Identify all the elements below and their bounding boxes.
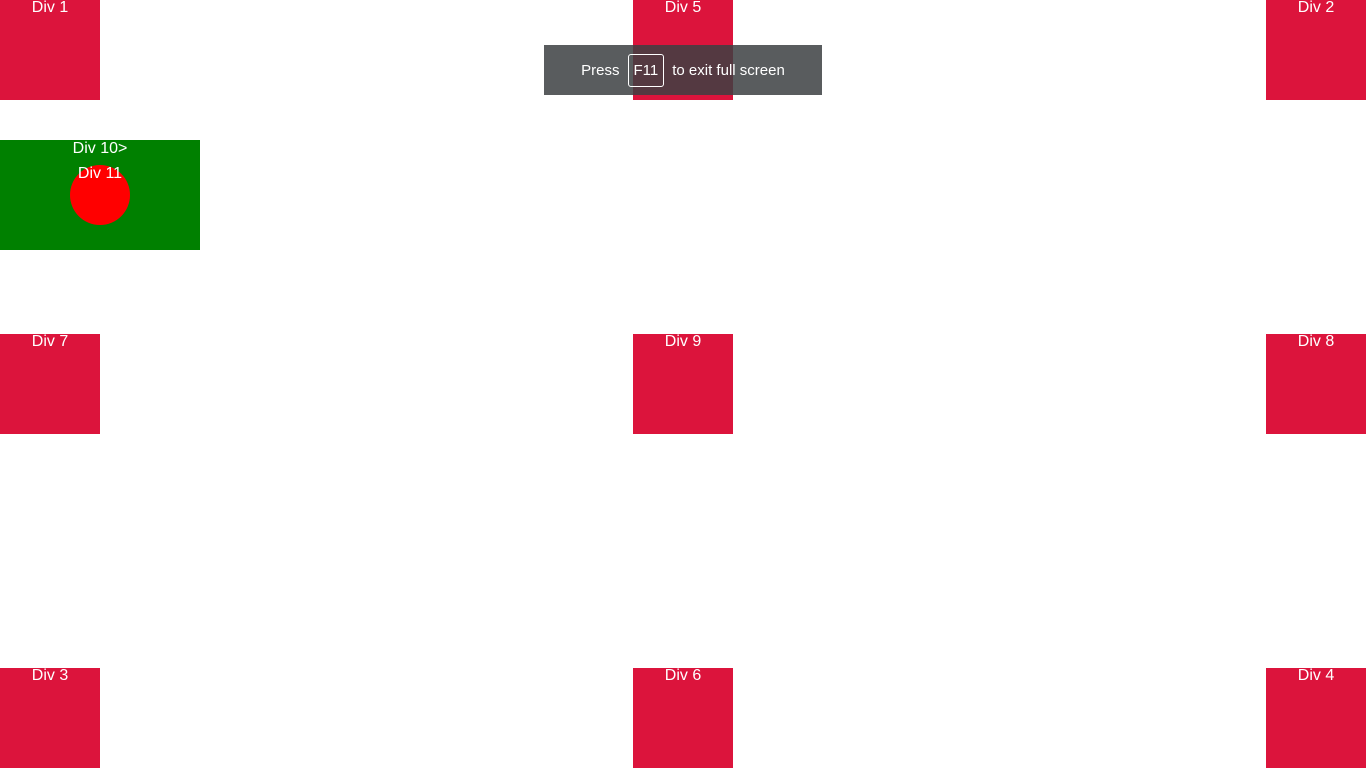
div-1-label: Div 1 (31, 0, 69, 16)
div-1-box: Div 1 (0, 0, 100, 100)
div-4-box: Div 4 (1266, 668, 1366, 768)
div-8-label: Div 8 (1297, 333, 1335, 350)
f11-key-badge: F11 (627, 53, 665, 87)
div-2-label: Div 2 (1297, 0, 1335, 16)
div-9-label: Div 9 (664, 333, 702, 350)
div-4-label: Div 4 (1297, 667, 1335, 684)
div-6-box: Div 6 (633, 668, 733, 768)
div-3-box: Div 3 (0, 668, 100, 768)
page: Div 1 Div 5 Div 2 Div 10> Div 11 Div 7 D… (0, 0, 1366, 768)
toast-suffix: to exit full screen (672, 61, 785, 79)
div-7-label: Div 7 (31, 333, 69, 350)
div-8-box: Div 8 (1266, 334, 1366, 434)
div-9-box: Div 9 (633, 334, 733, 434)
div-3-label: Div 3 (31, 667, 69, 684)
toast-prefix: Press (581, 61, 620, 79)
div-5-label: Div 5 (664, 0, 702, 16)
div-7-box: Div 7 (0, 334, 100, 434)
div-6-label: Div 6 (664, 667, 702, 684)
div-11-label: Div 11 (77, 165, 123, 182)
div-10-flag: Div 10> Div 11 (0, 140, 200, 250)
fullscreen-exit-toast: Press F11 to exit full screen (544, 45, 822, 95)
div-10-label: Div 10> (72, 140, 128, 157)
div-2-box: Div 2 (1266, 0, 1366, 100)
